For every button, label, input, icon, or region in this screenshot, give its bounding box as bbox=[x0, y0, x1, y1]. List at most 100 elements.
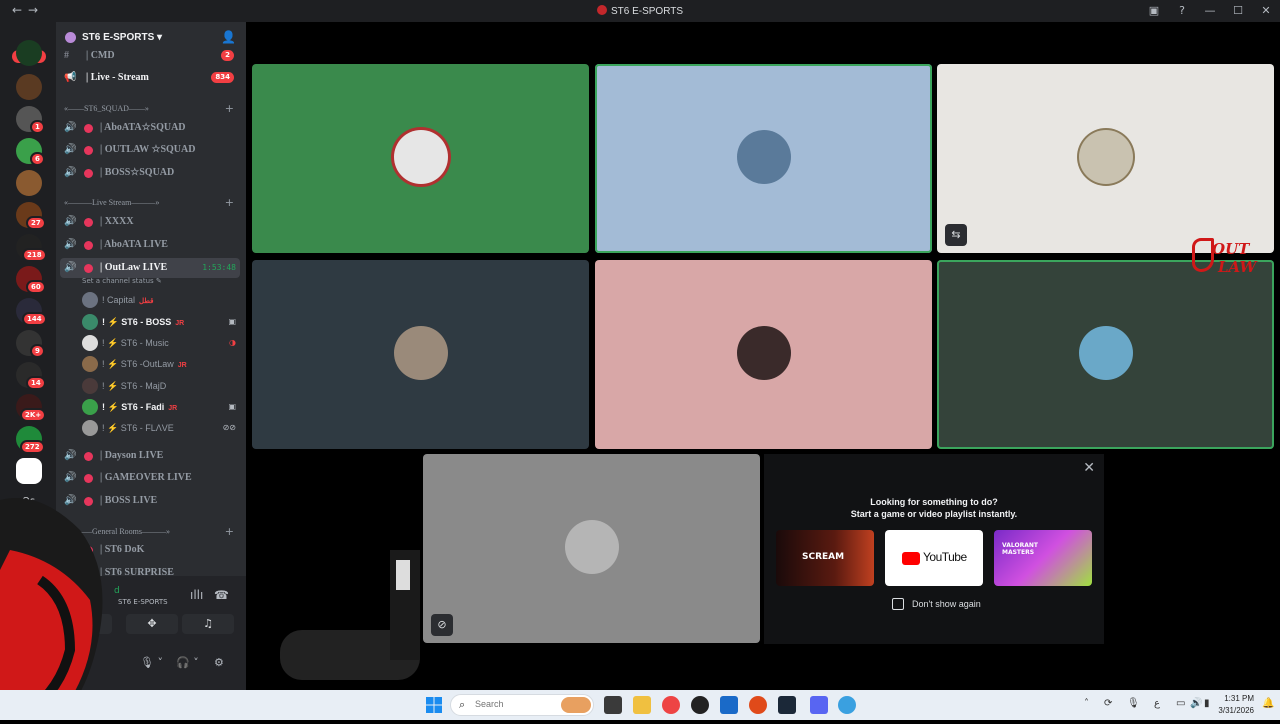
voice-channel[interactable]: 🔊 | BOSS☆SQUAD bbox=[56, 163, 246, 183]
video-tile[interactable] bbox=[252, 260, 589, 449]
windows-start-icon[interactable] bbox=[425, 696, 443, 714]
speaker-icon: 🔊 bbox=[64, 450, 77, 461]
app-icon-dark[interactable] bbox=[691, 696, 709, 714]
voice-user[interactable]: ! ⚡ ST6 - Fadi JR ▣ bbox=[80, 397, 242, 417]
microphone-icon[interactable]: 🎙 ˅ bbox=[140, 656, 163, 669]
volume-icon[interactable]: 🔊 bbox=[1190, 698, 1202, 709]
chrome-icon[interactable] bbox=[662, 696, 680, 714]
noise-suppression-icon[interactable]: ıllı bbox=[190, 588, 203, 602]
dont-show-checkbox[interactable] bbox=[892, 598, 904, 610]
category-squad[interactable]: «——ST6_SQUAD——» bbox=[64, 104, 149, 113]
server-badge: 14 bbox=[26, 376, 46, 390]
voice-channel[interactable]: 🔊 | XXXX bbox=[56, 212, 246, 232]
clock[interactable]: 1:31 PM 3/31/2026 bbox=[1218, 693, 1254, 717]
dont-show-label: Don't show again bbox=[912, 599, 981, 609]
add-channel-icon[interactable]: + bbox=[225, 102, 234, 115]
server-icon-5[interactable] bbox=[16, 170, 42, 196]
video-tile[interactable]: ⊘ bbox=[423, 454, 760, 643]
help-icon[interactable]: ? bbox=[1168, 0, 1196, 22]
disconnect-icon[interactable]: ☎ bbox=[214, 588, 229, 602]
invite-icon[interactable]: 👤 bbox=[221, 30, 236, 44]
avatar bbox=[82, 420, 98, 436]
app-icon-blue[interactable] bbox=[720, 696, 738, 714]
voice-channel[interactable]: 🔊 | OUTLAW ☆SQUAD bbox=[56, 140, 246, 160]
search-highlight-icon bbox=[561, 697, 591, 713]
battery-icon[interactable]: ▮ bbox=[1204, 698, 1210, 709]
voice-channel[interactable]: 🔊 | Dayson LIVE bbox=[56, 446, 246, 466]
server-icon bbox=[65, 32, 76, 43]
category-live-stream[interactable]: «———Live Stream———» bbox=[64, 198, 159, 207]
server-badge: 144 bbox=[22, 312, 47, 326]
mic-tray-icon[interactable]: 🎙 bbox=[1127, 698, 1140, 709]
voice-user[interactable]: ! ⚡ ST6 - MajD bbox=[80, 376, 242, 396]
webcam-overlay bbox=[0, 490, 130, 720]
add-channel-icon[interactable]: + bbox=[225, 525, 234, 538]
voice-user[interactable]: ! ⚡ ST6 - BOSS JR ▣ bbox=[80, 312, 242, 332]
video-off-icon[interactable]: ⊘ bbox=[431, 614, 453, 636]
title-bar: ←→ ST6 E-SPORTS ▣ ? — ☐ ✕ bbox=[0, 0, 1280, 22]
channel-status[interactable]: Set a channel status ✎ bbox=[82, 277, 162, 285]
voice-channel[interactable]: 🔊 | AboATA LIVE bbox=[56, 235, 246, 255]
video-tile-speaking[interactable] bbox=[937, 260, 1274, 449]
voice-channel-active[interactable]: 🔊 | OutLaw LIVE 1:53:48 bbox=[60, 258, 240, 278]
settings-gear-icon[interactable]: ⚙ bbox=[214, 656, 224, 669]
user-avatar bbox=[737, 326, 791, 380]
activity-card-scream[interactable]: SCREAM bbox=[776, 530, 874, 586]
user-avatar bbox=[394, 326, 448, 380]
sync-icon[interactable]: ⟳ bbox=[1104, 698, 1112, 709]
discord-icon[interactable] bbox=[810, 696, 828, 714]
screen-share-icon[interactable]: ⇆ bbox=[945, 224, 967, 246]
video-tile-speaking[interactable] bbox=[595, 64, 932, 253]
announce-icon: 📢 bbox=[64, 72, 77, 83]
headphones-icon[interactable]: 🎧 ˅ bbox=[176, 656, 199, 669]
server-name: ST6 E-SPORTS ▾ bbox=[82, 32, 163, 43]
user-avatar bbox=[1079, 130, 1133, 184]
window-title: ST6 E-SPORTS bbox=[0, 5, 1280, 17]
voice-user[interactable]: ! ⚡ ST6 - Music ◑ bbox=[80, 333, 242, 353]
edge-icon[interactable] bbox=[838, 696, 856, 714]
activity-card-youtube[interactable]: YouTube bbox=[885, 530, 983, 586]
notifications-icon[interactable]: 🔔 bbox=[1262, 698, 1274, 709]
voice-channel[interactable]: 🔊 | AboATA☆SQUAD bbox=[56, 118, 246, 138]
app-icon-orange[interactable] bbox=[749, 696, 767, 714]
taskbar: ⌕ ˄ ⟳ 🎙 ع ▭ 🔊 ▮ 1:31 PM3/31/2026 🔔 bbox=[0, 690, 1280, 720]
server-badge: 272 bbox=[20, 440, 45, 454]
speaker-icon: 🔊 bbox=[64, 239, 77, 250]
taskbar-search[interactable]: ⌕ bbox=[450, 694, 594, 716]
server-st6[interactable] bbox=[16, 40, 42, 66]
voice-user[interactable]: ! ⚡ ST6 - FLΛVE ⊘⊘ bbox=[80, 418, 242, 438]
server-badge: 9 bbox=[30, 344, 45, 358]
tray-chevron-icon[interactable]: ˄ bbox=[1084, 698, 1089, 709]
search-input[interactable] bbox=[475, 699, 555, 709]
user-avatar bbox=[737, 130, 791, 184]
task-view-icon[interactable] bbox=[604, 696, 622, 714]
steam-icon[interactable] bbox=[778, 696, 796, 714]
voice-user[interactable]: ! Capital قطل bbox=[80, 290, 242, 310]
stream-icon: ▣ bbox=[228, 402, 236, 411]
video-tile[interactable]: ⇆ bbox=[937, 64, 1274, 253]
file-explorer-icon[interactable] bbox=[633, 696, 651, 714]
server-badge: 1 bbox=[30, 120, 45, 134]
activity-card-valorant[interactable]: VALORANT MASTERS bbox=[994, 530, 1092, 586]
channel-live-stream[interactable]: 📢 | Live - Stream 834 bbox=[56, 68, 246, 88]
voice-user[interactable]: ! ⚡ ST6 -OutLaw JR bbox=[80, 354, 242, 374]
video-tile[interactable] bbox=[252, 64, 589, 253]
server-badge: 60 bbox=[26, 280, 46, 294]
activity-button[interactable]: ✥ bbox=[126, 614, 178, 634]
video-tile[interactable] bbox=[595, 260, 932, 449]
inbox-icon[interactable]: ▣ bbox=[1140, 0, 1168, 22]
network-icon[interactable]: ▭ bbox=[1176, 698, 1185, 709]
voice-channel[interactable]: 🔊 | GAMEOVER LIVE bbox=[56, 468, 246, 488]
add-channel-icon[interactable]: + bbox=[225, 196, 234, 209]
channel-cmd[interactable]: # | CMD 2 bbox=[56, 46, 246, 66]
headset-icon: ◑ bbox=[229, 338, 236, 347]
soundboard-button[interactable]: ♫ bbox=[182, 614, 234, 634]
activity-server-icon[interactable] bbox=[16, 458, 42, 484]
server-icon-2[interactable] bbox=[16, 74, 42, 100]
maximize-button[interactable]: ☐ bbox=[1224, 0, 1252, 22]
minimize-button[interactable]: — bbox=[1196, 0, 1224, 22]
close-button[interactable]: ✕ bbox=[1252, 0, 1280, 22]
avatar bbox=[82, 335, 98, 351]
language-indicator[interactable]: ع bbox=[1154, 698, 1160, 709]
close-icon[interactable]: ✕ bbox=[1083, 460, 1095, 476]
